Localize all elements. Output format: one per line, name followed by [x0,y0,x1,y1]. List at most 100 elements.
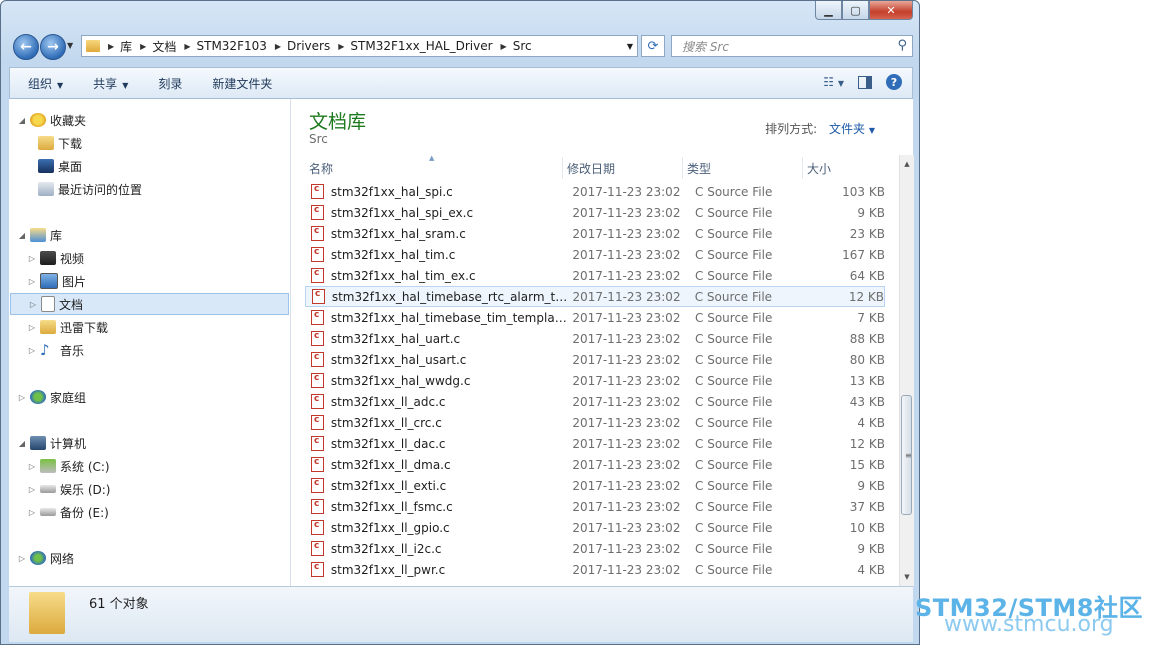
file-row[interactable]: stm32f1xx_ll_exti.c 2017-11-23 23:02 C Sou… [305,475,885,496]
file-row[interactable]: stm32f1xx_ll_dma.c 2017-11-23 23:02 C Sour… [305,454,885,475]
file-row[interactable]: stm32f1xx_ll_crc.c 2017-11-23 23:02 C Sour… [305,412,885,433]
chevron-down-icon[interactable]: ▼ [838,79,844,88]
breadcrumb-item[interactable]: Drivers [287,39,330,53]
breadcrumb-separator-icon[interactable]: ▶ [108,42,114,51]
sidebar-item-network[interactable]: ▷ 网络 [17,547,74,569]
collapse-triangle-icon[interactable]: ◢ [17,439,27,448]
arrange-by: 排列方式: 文件夹 ▼ [765,120,875,137]
file-type: C Source File [695,478,773,493]
sidebar-item-music[interactable]: ▷ ♪ 音乐 [27,339,84,361]
file-name: stm32f1xx_hal_timebase_rtc_alarm_te... [331,289,569,304]
expand-triangle-icon[interactable]: ▷ [27,346,37,355]
file-row[interactable]: stm32f1xx_ll_i2c.c 2017-11-23 23:02 C Sour… [305,538,885,559]
file-row[interactable]: stm32f1xx_ll_pwr.c 2017-11-23 23:02 C Sour… [305,559,885,580]
scroll-up-icon[interactable]: ▲ [900,157,914,171]
file-row[interactable]: stm32f1xx_ll_gpio.c 2017-11-23 23:02 C Sou… [305,517,885,538]
minimize-button[interactable]: ▁ [815,1,842,20]
breadcrumb-item[interactable]: 文档 [152,38,176,55]
column-header-name[interactable]: 名称 [305,157,563,179]
sidebar-item-thunder[interactable]: ▷ 迅雷下载 [27,316,108,338]
homegroup-icon [30,390,46,404]
column-header-size[interactable]: 大小 [803,157,883,179]
column-header-date[interactable]: 修改日期 [563,157,683,179]
sidebar-item-homegroup[interactable]: ▷ 家庭组 [17,386,86,408]
file-row[interactable]: stm32f1xx_hal_timebase_tim_template.c201… [305,307,885,328]
file-row[interactable]: stm32f1xx_ll_dac.c 2017-11-23 23:02 C Sour… [305,433,885,454]
scroll-down-icon[interactable]: ▼ [900,570,914,584]
file-row[interactable]: stm32f1xx_hal_tim_ex.c 2017-11-23 23:02 C … [305,265,885,286]
file-type: C Source File [695,541,773,556]
breadcrumb-separator-icon[interactable]: ▶ [501,42,507,51]
sidebar-item-favorites[interactable]: ◢ 收藏夹 [17,109,86,131]
refresh-button[interactable]: ⟳ [641,35,665,57]
maximize-button[interactable]: ▢ [842,1,869,20]
forward-button[interactable]: → [40,34,66,60]
breadcrumb-separator-icon[interactable]: ▶ [275,42,281,51]
sidebar-item-drive-d[interactable]: ▷ 娱乐 (D:) [27,478,111,500]
collapse-triangle-icon[interactable]: ◢ [17,116,27,125]
expand-triangle-icon[interactable]: ▷ [17,393,27,402]
breadcrumb-item[interactable]: STM32F1xx_HAL_Driver [350,39,492,53]
arrange-by-dropdown[interactable]: 文件夹 ▼ [829,122,875,136]
expand-triangle-icon[interactable]: ▷ [27,508,37,517]
search-icon[interactable]: ⚲ [897,38,907,53]
network-icon [30,551,46,565]
file-row[interactable]: stm32f1xx_hal_uart.c 2017-11-23 23:02 C So… [305,328,885,349]
file-row[interactable]: stm32f1xx_hal_tim.c 2017-11-23 23:02 C Sou… [305,244,885,265]
sidebar-item-documents[interactable]: ▷ 文档 [10,293,289,315]
sidebar-item-computer[interactable]: ◢ 计算机 [17,432,86,454]
expand-triangle-icon[interactable]: ▷ [27,485,37,494]
expand-triangle-icon[interactable]: ▷ [27,254,37,263]
sidebar-item-desktop[interactable]: 桌面 [35,155,82,177]
back-button[interactable]: ← [13,34,39,60]
expand-triangle-icon[interactable]: ▷ [27,462,37,471]
sidebar-item-label: 收藏夹 [50,113,87,128]
file-date: 2017-11-23 23:02 [572,394,681,409]
collapse-triangle-icon[interactable]: ◢ [17,231,27,240]
file-row[interactable]: stm32f1xx_ll_fsmc.c 2017-11-23 23:02 C Sou… [305,496,885,517]
expand-triangle-icon[interactable]: ▷ [17,554,27,563]
breadcrumb-item[interactable]: STM32F103 [197,39,267,53]
file-row[interactable]: stm32f1xx_hal_spi_ex.c 2017-11-23 23:02 C … [305,202,885,223]
recent-pages-dropdown-icon[interactable]: ▼ [67,41,73,50]
preview-pane-icon[interactable] [858,75,872,89]
file-row[interactable]: stm32f1xx_hal_timebase_rtc_alarm_te...20… [305,286,885,307]
file-row[interactable]: stm32f1xx_hal_wwdg.c 2017-11-23 23:02 C So… [305,370,885,391]
vertical-scrollbar[interactable]: ▲ ≡ ▼ [899,155,914,586]
explorer-window: ▁ ▢ ✕ ← → ▼ ▶ 库 ▶ 文档 ▶ STM32F103 ▶ Drive… [0,0,920,645]
sidebar-item-recent[interactable]: 最近访问的位置 [35,178,142,200]
organize-button[interactable]: 组织 ▼ [28,75,63,92]
help-icon[interactable]: ? [886,74,902,90]
expand-triangle-icon[interactable]: ▷ [27,323,37,332]
sidebar-item-drive-e[interactable]: ▷ 备份 (E:) [27,501,109,523]
share-button[interactable]: 共享 ▼ [93,75,128,92]
breadcrumb-separator-icon[interactable]: ▶ [338,42,344,51]
sidebar-item-pictures[interactable]: ▷ 图片 [27,270,86,292]
expand-triangle-icon[interactable]: ▷ [28,300,38,309]
sidebar-item-drive-c[interactable]: ▷ 系统 (C:) [27,455,110,477]
column-header-type[interactable]: 类型 [683,157,803,179]
burn-button[interactable]: 刻录 [158,75,182,92]
sidebar-item-downloads[interactable]: 下载 [35,132,82,154]
file-row[interactable]: stm32f1xx_hal_spi.c 2017-11-23 23:02 C Sou… [305,181,885,202]
file-date: 2017-11-23 23:02 [572,436,681,451]
file-row[interactable]: stm32f1xx_ll_adc.c 2017-11-23 23:02 C Sour… [305,391,885,412]
search-input[interactable]: 搜索 Src [682,38,729,55]
close-button[interactable]: ✕ [869,1,913,20]
breadcrumb-item[interactable]: 库 [120,38,132,55]
new-folder-button[interactable]: 新建文件夹 [212,75,272,92]
search-box[interactable]: 搜索 Src ⚲ [671,35,913,57]
expand-triangle-icon[interactable]: ▷ [27,277,37,286]
scrollbar-thumb[interactable]: ≡ [901,395,912,515]
sidebar-item-videos[interactable]: ▷ 视频 [27,247,84,269]
address-dropdown-icon[interactable]: ▼ [627,42,633,51]
file-name: stm32f1xx_ll_dma.c [330,457,451,472]
breadcrumb-item[interactable]: Src [513,39,532,53]
breadcrumb-separator-icon[interactable]: ▶ [140,42,146,51]
change-view-button[interactable]: ☷ ▼ [823,75,844,89]
breadcrumb-separator-icon[interactable]: ▶ [184,42,190,51]
address-bar[interactable]: ▶ 库 ▶ 文档 ▶ STM32F103 ▶ Drivers ▶ STM32F1… [81,35,638,57]
file-row[interactable]: stm32f1xx_hal_usart.c 2017-11-23 23:02 C S… [305,349,885,370]
file-row[interactable]: stm32f1xx_hal_sram.c 2017-11-23 23:02 C So… [305,223,885,244]
sidebar-item-libraries[interactable]: ◢ 库 [17,224,62,246]
